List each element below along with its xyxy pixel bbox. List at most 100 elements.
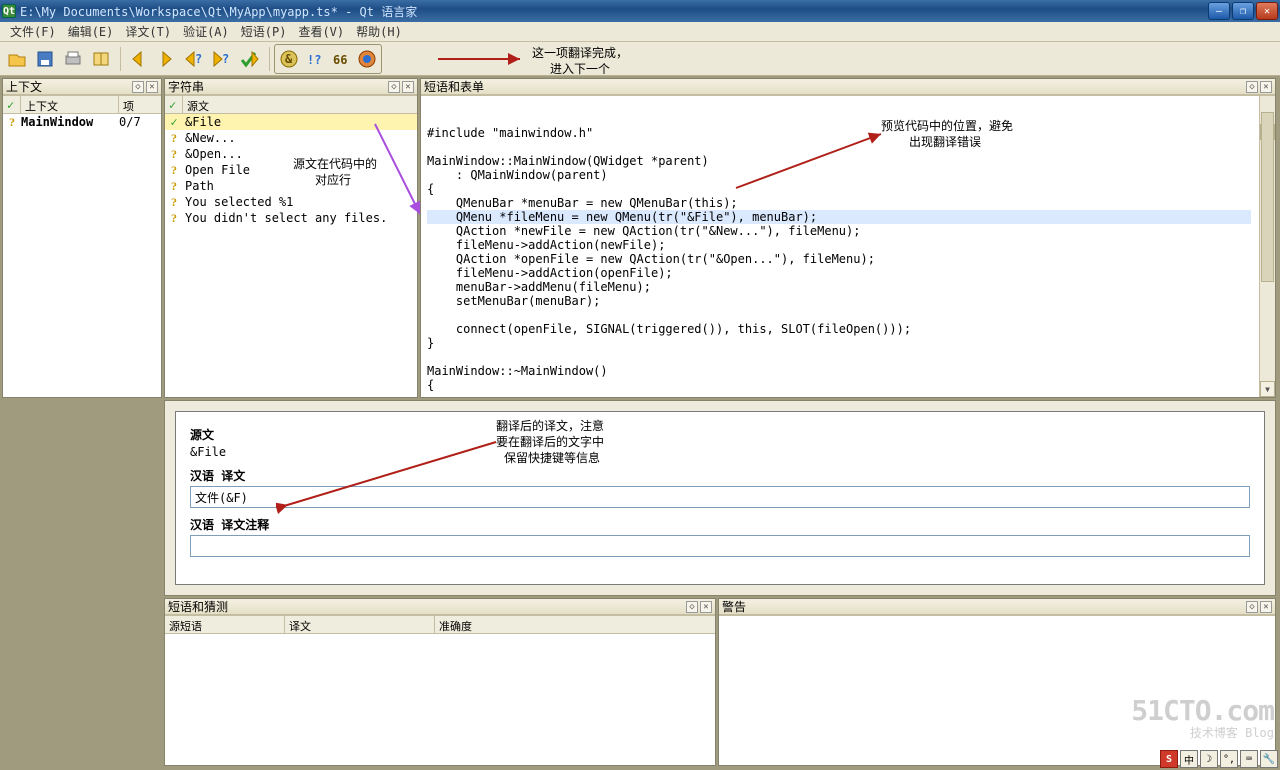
question-icon: ? [171, 163, 177, 177]
phrases-col-trans[interactable]: 译文 [285, 616, 435, 633]
string-text: &New... [183, 131, 417, 145]
source-line: setMenuBar(menuBar); [427, 294, 1251, 308]
string-text: You didn't select any files. [183, 211, 417, 225]
string-row[interactable]: ?You didn't select any files. [165, 210, 417, 226]
undock-icon[interactable]: ◇ [1246, 81, 1258, 93]
menu-file[interactable]: 文件(F) [4, 21, 62, 42]
maximize-button[interactable]: ❐ [1232, 2, 1254, 20]
question-icon: ? [9, 115, 15, 129]
scroll-thumb[interactable] [1261, 112, 1274, 282]
prev-unfinished-icon[interactable]: ? [181, 46, 207, 72]
toolbar: ? ? & !? 66 这一项翻译完成， 进入下一个 [0, 42, 1280, 76]
open-icon[interactable] [4, 46, 30, 72]
check-icon: ✓ [7, 98, 14, 112]
phrase-check-icon[interactable]: 66 [328, 46, 354, 72]
question-icon: ? [171, 147, 177, 161]
menu-edit[interactable]: 编辑(E) [62, 21, 120, 42]
ime-keyboard-icon[interactable]: ⌨ [1240, 750, 1258, 768]
source-line: QAction *newFile = new QAction(tr("&New.… [427, 224, 1251, 238]
close-panel-icon[interactable]: ✕ [1260, 601, 1272, 613]
context-col-items[interactable]: 项 [119, 96, 161, 113]
strings-panel: 字符串 ◇ ✕ ✓ 源文 ✓&File?&New...?&Open...?Ope… [164, 78, 418, 398]
print-icon[interactable] [60, 46, 86, 72]
source-line: menuBar->addMenu(fileMenu); [427, 280, 1251, 294]
menu-phrases[interactable]: 短语(P) [235, 21, 293, 42]
source-line: connect(openFile, SIGNAL(triggered()), t… [427, 322, 1251, 336]
source-line [427, 308, 1251, 322]
string-row[interactable]: ?&New... [165, 130, 417, 146]
done-next-icon[interactable] [237, 46, 263, 72]
svg-text:!?: !? [307, 53, 321, 67]
question-icon: ? [171, 179, 177, 193]
check-icon: ✓ [170, 115, 177, 129]
menu-verify[interactable]: 验证(A) [177, 21, 235, 42]
punctuation-check-icon[interactable]: !? [302, 46, 328, 72]
save-icon[interactable] [32, 46, 58, 72]
context-count: 0/7 [119, 115, 161, 129]
undock-icon[interactable]: ◇ [132, 81, 144, 93]
context-panel: 上下文 ◇ ✕ ✓ 上下文 项 ? MainWindow 0/7 [2, 78, 162, 398]
source-code-view[interactable]: #include "mainwindow.h"MainWindow::MainW… [427, 126, 1269, 397]
source-line: MainWindow::~MainWindow() [427, 364, 1251, 378]
string-row[interactable]: ✓&File [165, 114, 417, 130]
string-row[interactable]: ?You selected %1 [165, 194, 417, 210]
close-panel-icon[interactable]: ✕ [402, 81, 414, 93]
strings-col-source[interactable]: 源文 [183, 96, 417, 113]
prev-arrow-icon[interactable] [125, 46, 151, 72]
translation-input[interactable] [190, 486, 1250, 508]
undock-icon[interactable]: ◇ [686, 601, 698, 613]
phrases-panel-title: 短语和猜测 [168, 598, 684, 615]
close-button[interactable]: ✕ [1256, 2, 1278, 20]
accelerator-check-icon[interactable]: & [276, 46, 302, 72]
minimize-button[interactable]: — [1208, 2, 1230, 20]
title-bar: Qt E:\My Documents\Workspace\Qt\MyApp\my… [0, 0, 1280, 22]
string-text: Open File [183, 163, 417, 177]
ime-moon-icon[interactable]: ☽ [1200, 750, 1218, 768]
warnings-panel: 警告 ◇ ✕ [718, 598, 1276, 766]
annotation-arrow-icon [436, 50, 526, 68]
validation-group: & !? 66 [274, 44, 382, 74]
source-text-value: &File [190, 445, 1250, 459]
svg-text:66: 66 [333, 53, 347, 67]
source-line: { [427, 378, 1251, 392]
ime-settings-icon[interactable]: 🔧 [1260, 750, 1278, 768]
source-line: { [427, 182, 1251, 196]
context-col-name[interactable]: 上下文 [21, 96, 119, 113]
context-row[interactable]: ? MainWindow 0/7 [3, 114, 161, 130]
menu-view[interactable]: 查看(V) [292, 21, 350, 42]
next-arrow-icon[interactable] [153, 46, 179, 72]
string-row[interactable]: ? Path [165, 178, 417, 194]
scroll-down-icon[interactable]: ▼ [1260, 381, 1275, 397]
ime-tray: S 中 ☽ °, ⌨ 🔧 [1160, 750, 1278, 768]
annotation-text: 这一项翻译完成， 进入下一个 [532, 45, 628, 77]
menu-trans[interactable]: 译文(T) [119, 21, 177, 42]
book-icon[interactable] [88, 46, 114, 72]
next-unfinished-icon[interactable]: ? [209, 46, 235, 72]
translation-label: 汉语 译文 [190, 467, 1250, 484]
vertical-scrollbar[interactable]: ▲ ▼ [1259, 96, 1275, 397]
comment-input[interactable] [190, 535, 1250, 557]
string-text: Path [183, 179, 417, 193]
check-icon: ✓ [169, 98, 176, 112]
ime-icon[interactable]: S [1160, 750, 1178, 768]
undock-icon[interactable]: ◇ [388, 81, 400, 93]
phrases-panel: 短语和猜测 ◇ ✕ 源短语 译文 准确度 [164, 598, 716, 766]
string-row[interactable]: ?&Open... [165, 146, 417, 162]
close-panel-icon[interactable]: ✕ [146, 81, 158, 93]
source-line: QMenu *fileMenu = new QMenu(tr("&File"),… [427, 210, 1251, 224]
source-line: fileMenu->addAction(newFile); [427, 238, 1251, 252]
svg-text:&: & [285, 52, 293, 66]
source-line: } [427, 336, 1251, 350]
phrases-col-source[interactable]: 源短语 [165, 616, 285, 633]
close-panel-icon[interactable]: ✕ [700, 601, 712, 613]
undock-icon[interactable]: ◇ [1246, 601, 1258, 613]
ime-punct-icon[interactable]: °, [1220, 750, 1238, 768]
source-text-label: 源文 [190, 426, 1250, 443]
app-icon: Qt [2, 4, 16, 18]
string-row[interactable]: ? Open File [165, 162, 417, 178]
ime-lang-icon[interactable]: 中 [1180, 750, 1198, 768]
close-panel-icon[interactable]: ✕ [1260, 81, 1272, 93]
placemarker-check-icon[interactable] [354, 46, 380, 72]
menu-help[interactable]: 帮助(H) [350, 21, 408, 42]
phrases-col-accuracy[interactable]: 准确度 [435, 616, 715, 633]
